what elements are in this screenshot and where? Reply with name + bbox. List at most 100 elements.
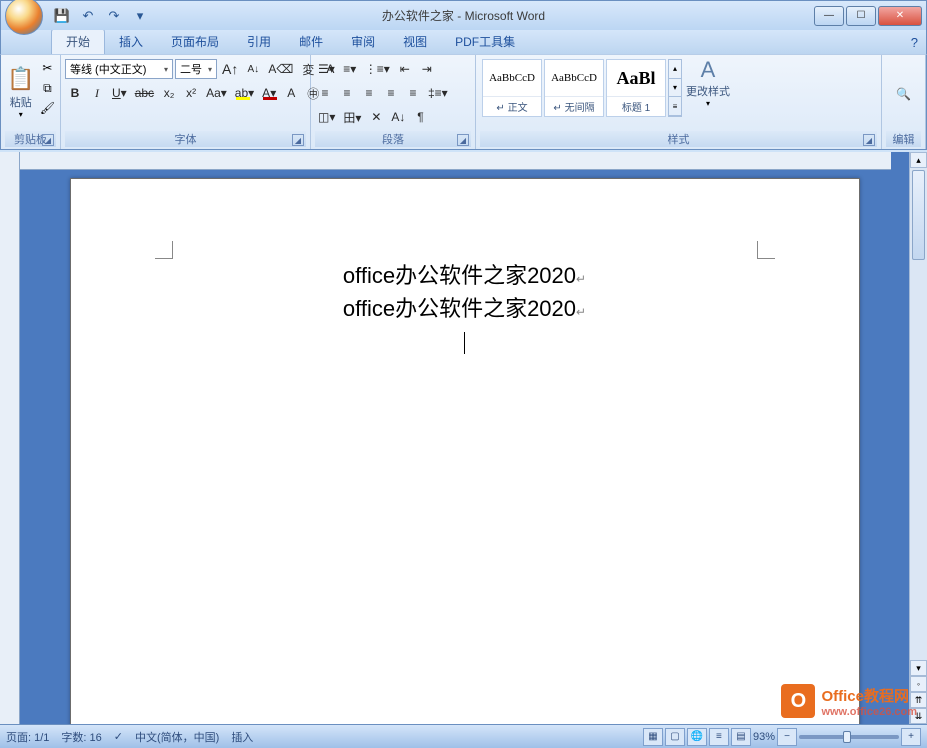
group-font: 等线 (中文正文)▾ 二号▾ A↑ A↓ A⌫ 変 A B I U▾ abc x… bbox=[61, 55, 311, 149]
maximize-button[interactable]: ☐ bbox=[846, 6, 876, 26]
help-icon[interactable]: ? bbox=[911, 35, 918, 50]
document-viewport[interactable]: office办公软件之家2020↵ office办公软件之家2020↵ bbox=[20, 152, 909, 724]
status-page[interactable]: 页面: 1/1 bbox=[6, 729, 49, 745]
view-web-layout[interactable]: 🌐 bbox=[687, 728, 707, 746]
styles-group-label: 样式 ◢ bbox=[480, 131, 877, 147]
strikethrough-button[interactable]: abc bbox=[132, 83, 157, 103]
show-marks-button[interactable]: ¶ bbox=[410, 107, 430, 127]
numbering-button[interactable]: ≡▾ bbox=[340, 59, 360, 79]
tab-references[interactable]: 引用 bbox=[233, 29, 285, 54]
tab-home[interactable]: 开始 bbox=[51, 28, 105, 54]
line-spacing-button[interactable]: ‡≡▾ bbox=[425, 83, 451, 103]
view-print-layout[interactable]: ▦ bbox=[643, 728, 663, 746]
justify-button[interactable]: ≡ bbox=[381, 83, 401, 103]
zoom-percent[interactable]: 93% bbox=[753, 731, 775, 743]
close-button[interactable]: ✕ bbox=[878, 6, 922, 26]
shrink-font-button[interactable]: A↓ bbox=[243, 59, 263, 79]
sort-button[interactable]: A↓ bbox=[388, 107, 408, 127]
align-center-button[interactable]: ≡ bbox=[337, 83, 357, 103]
window-controls: — ☐ ✕ bbox=[812, 5, 926, 27]
zoom-out-button[interactable]: − bbox=[777, 728, 797, 746]
find-button[interactable]: 🔍 bbox=[893, 84, 914, 104]
text-line-2: office办公软件之家2020↵ bbox=[171, 292, 759, 325]
bullets-button[interactable]: ☰▾ bbox=[315, 59, 338, 79]
page[interactable]: office办公软件之家2020↵ office办公软件之家2020↵ bbox=[70, 178, 860, 724]
ribbon-tabs: 开始 插入 页面布局 引用 邮件 审阅 视图 PDF工具集 ? bbox=[0, 30, 927, 54]
styles-launcher[interactable]: ◢ bbox=[863, 134, 875, 146]
status-words[interactable]: 字数: 16 bbox=[61, 729, 101, 745]
tab-mailings[interactable]: 邮件 bbox=[285, 29, 337, 54]
watermark-url: www.office26.com bbox=[821, 706, 917, 718]
increase-indent-button[interactable]: ⇥ bbox=[417, 59, 437, 79]
tab-review[interactable]: 审阅 bbox=[337, 29, 389, 54]
align-left-button[interactable]: ≡ bbox=[315, 83, 335, 103]
clear-format-button[interactable]: A⌫ bbox=[265, 59, 296, 79]
status-mode[interactable]: 插入 bbox=[231, 729, 253, 745]
style-normal[interactable]: AaBbCcD ↵ 正文 bbox=[482, 59, 542, 117]
underline-button[interactable]: U▾ bbox=[109, 83, 130, 103]
quick-access-toolbar: 💾 ↶ ↷ ▾ bbox=[51, 5, 151, 27]
font-name-combo[interactable]: 等线 (中文正文)▾ bbox=[65, 59, 173, 79]
scroll-up-icon[interactable]: ▴ bbox=[910, 152, 927, 168]
change-case-button[interactable]: Aa▾ bbox=[203, 83, 230, 103]
paragraph-group-label: 段落 ◢ bbox=[315, 131, 471, 147]
gallery-down[interactable]: ▾ bbox=[669, 79, 681, 98]
zoom-slider[interactable] bbox=[799, 735, 899, 739]
scroll-down-icon[interactable]: ▾ bbox=[910, 660, 927, 676]
zoom-thumb[interactable] bbox=[843, 731, 851, 743]
gallery-up[interactable]: ▴ bbox=[669, 60, 681, 79]
view-outline[interactable]: ≡ bbox=[709, 728, 729, 746]
page-content[interactable]: office办公软件之家2020↵ office办公软件之家2020↵ bbox=[171, 259, 759, 358]
clipboard-launcher[interactable]: ◢ bbox=[42, 134, 54, 146]
snap-button[interactable]: ✕ bbox=[366, 107, 386, 127]
change-styles-button[interactable]: A 更改样式 ▾ bbox=[684, 57, 732, 108]
char-shading-button[interactable]: A bbox=[281, 83, 301, 103]
cut-button[interactable]: ✂ bbox=[38, 59, 56, 77]
decrease-indent-button[interactable]: ⇤ bbox=[395, 59, 415, 79]
tab-pdf-tools[interactable]: PDF工具集 bbox=[441, 29, 529, 54]
redo-button[interactable]: ↷ bbox=[103, 5, 125, 27]
subscript-button[interactable]: x₂ bbox=[159, 83, 179, 103]
tab-layout[interactable]: 页面布局 bbox=[157, 29, 233, 54]
vertical-ruler[interactable] bbox=[0, 152, 20, 724]
status-bar: 页面: 1/1 字数: 16 ✓ 中文(简体，中国) 插入 ▦ ▢ 🌐 ≡ ▤ … bbox=[0, 724, 927, 748]
style-no-spacing[interactable]: AaBbCcD ↵ 无间隔 bbox=[544, 59, 604, 117]
gallery-more[interactable]: ≡ bbox=[669, 97, 681, 116]
format-painter-button[interactable]: 🖌 bbox=[38, 99, 56, 117]
status-proofing[interactable]: ✓ bbox=[114, 730, 123, 743]
view-full-screen[interactable]: ▢ bbox=[665, 728, 685, 746]
qat-more-button[interactable]: ▾ bbox=[129, 5, 151, 27]
tab-insert[interactable]: 插入 bbox=[105, 29, 157, 54]
office-button[interactable] bbox=[5, 0, 43, 35]
bold-button[interactable]: B bbox=[65, 83, 85, 103]
distribute-button[interactable]: ≡ bbox=[403, 83, 423, 103]
vertical-scrollbar[interactable]: ▴ ▾ ◦ ⇈ ⇊ bbox=[909, 152, 927, 724]
italic-button[interactable]: I bbox=[87, 83, 107, 103]
paragraph-launcher[interactable]: ◢ bbox=[457, 134, 469, 146]
status-language[interactable]: 中文(简体，中国) bbox=[135, 729, 219, 745]
copy-button[interactable]: ⧉ bbox=[38, 79, 56, 97]
highlight-button[interactable]: ab▾ bbox=[232, 83, 257, 103]
undo-button[interactable]: ↶ bbox=[77, 5, 99, 27]
align-right-button[interactable]: ≡ bbox=[359, 83, 379, 103]
superscript-button[interactable]: x² bbox=[181, 83, 201, 103]
style-heading1[interactable]: AaBl 标题 1 bbox=[606, 59, 666, 117]
shading-button[interactable]: ◫▾ bbox=[315, 107, 338, 127]
view-draft[interactable]: ▤ bbox=[731, 728, 751, 746]
zoom-in-button[interactable]: + bbox=[901, 728, 921, 746]
scroll-thumb[interactable] bbox=[912, 170, 925, 260]
borders-button[interactable]: 田▾ bbox=[340, 107, 364, 127]
text-line-1: office办公软件之家2020↵ bbox=[171, 259, 759, 292]
font-launcher[interactable]: ◢ bbox=[292, 134, 304, 146]
font-color-button[interactable]: A▾ bbox=[259, 83, 279, 103]
clipboard-icon: 📋 bbox=[7, 66, 34, 92]
save-button[interactable]: 💾 bbox=[51, 5, 73, 27]
font-size-combo[interactable]: 二号▾ bbox=[175, 59, 217, 79]
tab-view[interactable]: 视图 bbox=[389, 29, 441, 54]
multilevel-list-button[interactable]: ⋮≡▾ bbox=[362, 59, 393, 79]
grow-font-button[interactable]: A↑ bbox=[219, 59, 241, 79]
margin-mark-tr bbox=[757, 241, 775, 259]
horizontal-ruler[interactable] bbox=[20, 152, 891, 170]
paste-button[interactable]: 📋 粘贴 ▾ bbox=[7, 59, 34, 125]
minimize-button[interactable]: — bbox=[814, 6, 844, 26]
